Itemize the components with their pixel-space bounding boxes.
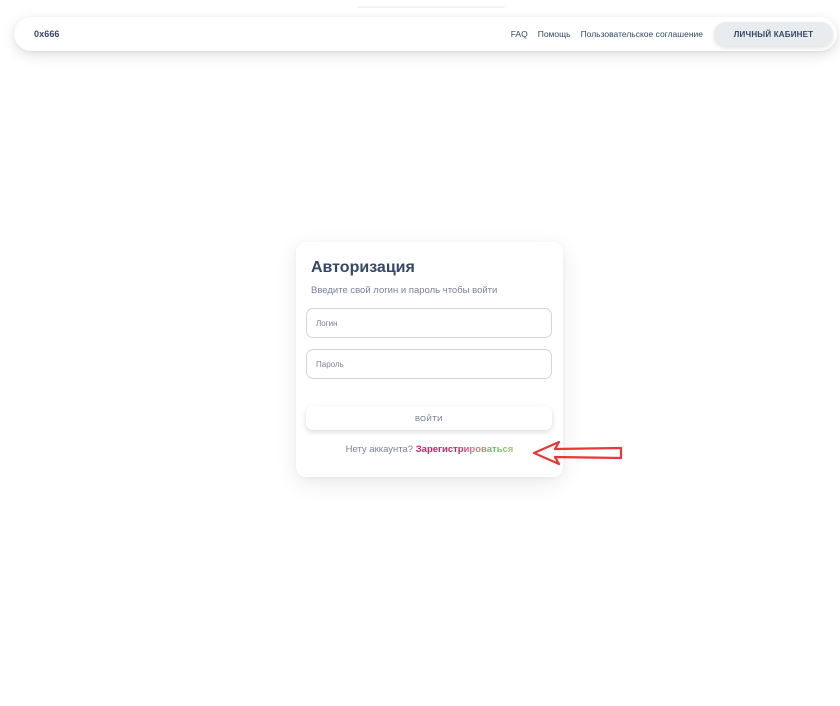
navbar: 0x666 FAQ Помощь Пользовательское соглаш… [14,17,837,51]
auth-card: Авторизация Введите свой логин и пароль … [296,242,563,477]
personal-cabinet-button[interactable]: ЛИЧНЫЙ КАБИНЕТ [714,22,833,46]
no-account-text: Нету аккаунта? [345,444,414,455]
nav-link-help[interactable]: Помощь [538,29,571,39]
login-submit-button[interactable]: ВОЙТИ [306,406,552,430]
red-arrow-icon [532,440,623,466]
nav-links: FAQ Помощь Пользовательское соглашение [511,17,703,51]
auth-title: Авторизация [311,259,415,276]
auth-subtitle: Введите свой логин и пароль чтобы войти [311,285,498,296]
register-prompt: Нету аккаунта? Зарегистрироваться [296,444,563,455]
nav-link-faq[interactable]: FAQ [511,29,528,39]
top-decoration-bar [357,6,505,8]
password-input[interactable] [306,349,552,379]
login-input[interactable] [306,308,552,338]
brand-logo[interactable]: 0x666 [34,17,60,51]
register-link[interactable]: Зарегистрироваться [416,444,514,455]
nav-link-user-agreement[interactable]: Пользовательское соглашение [581,29,703,39]
